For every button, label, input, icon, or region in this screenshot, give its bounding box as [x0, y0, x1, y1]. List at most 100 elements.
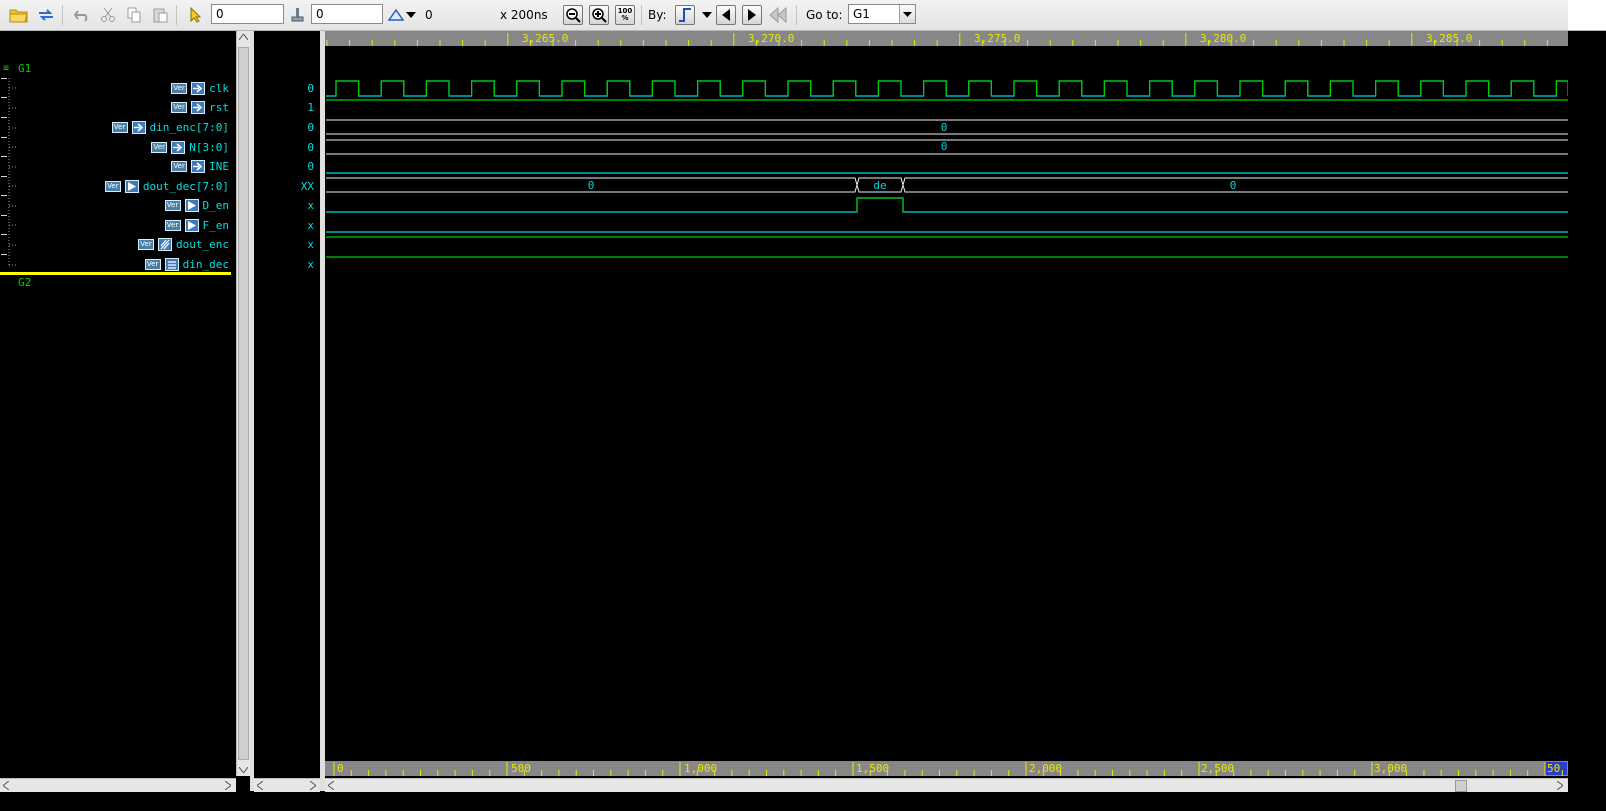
signal-row-n-3-0[interactable]: Ver N[3:0]: [151, 138, 229, 156]
goto-selected-value: G1: [853, 7, 870, 21]
ruler-label: 2,000: [1029, 762, 1062, 775]
clk-high-pulse: [1510, 80, 1535, 96]
ruler-label: 2,500: [1201, 762, 1234, 775]
signal-name: clk: [209, 81, 229, 95]
output-arrow-icon: [124, 179, 139, 193]
rising-edge-icon: [679, 8, 691, 22]
scroll-thumb[interactable]: [1455, 780, 1467, 792]
signal-name-panel: ≡ G1 G2 Ver clk Ver rst Ver din_enc[7:0] Ver N[…: [0, 31, 235, 776]
paste-icon[interactable]: [150, 5, 170, 25]
signal-row-dout_dec-7-0[interactable]: Ver dout_dec[7:0]: [104, 177, 229, 195]
copy-icon[interactable]: [124, 5, 144, 25]
zoom-out-button[interactable]: [563, 5, 583, 25]
scroll-thumb[interactable]: [238, 47, 249, 760]
back-icon[interactable]: [768, 5, 788, 25]
clk-high-pulse: [697, 80, 721, 96]
signal-row-din_dec[interactable]: Ver din_dec: [144, 255, 229, 273]
clk-high-pulse: [1420, 80, 1444, 96]
clk-high-pulse: [425, 80, 450, 96]
signal-row-f_en[interactable]: Ver F_en: [164, 216, 230, 234]
clk-high-pulse: [471, 80, 495, 96]
time-scale-label: x 200ns: [500, 8, 548, 22]
signal-name: dout_enc: [176, 237, 229, 251]
signal-row-d_en[interactable]: Ver D_en: [164, 196, 229, 214]
zoom-in-icon: [592, 8, 607, 23]
names-vertical-scrollbar[interactable]: [236, 31, 251, 776]
clk-high-pulse: [1375, 80, 1399, 96]
ruler-label: 500: [511, 762, 531, 775]
signal-value: 0: [307, 160, 314, 173]
zoom-full-button[interactable]: 100 %: [615, 5, 635, 25]
clk-waveform: [326, 80, 1568, 97]
edge-dropdown-icon[interactable]: [700, 5, 714, 25]
zoom-in-button[interactable]: [589, 5, 609, 25]
signal-name: din_enc[7:0]: [149, 120, 229, 134]
next-edge-button[interactable]: [742, 5, 762, 25]
values-horizontal-scrollbar[interactable]: [254, 778, 320, 792]
group-label-g1[interactable]: G1: [18, 62, 31, 75]
scroll-right-icon[interactable]: [222, 779, 234, 791]
scroll-left-icon[interactable]: [254, 779, 266, 791]
d-en-waveform: [326, 197, 1568, 213]
scroll-left-icon[interactable]: [0, 779, 12, 791]
ruler-label: 3,265.0: [522, 32, 568, 45]
signal-row-din_enc-7-0[interactable]: Ver din_enc[7:0]: [111, 118, 229, 136]
signal-name: F_en: [202, 218, 230, 232]
input-arrow-icon: [131, 120, 146, 134]
scroll-up-icon[interactable]: [237, 31, 249, 43]
toolbar: 0 x 200ns 100 % By: Go to: G1: [0, 0, 1606, 31]
open-folder-icon[interactable]: [9, 5, 29, 25]
cursor-probe-icon[interactable]: [287, 5, 307, 25]
signal-row-clk[interactable]: Ver clk: [171, 79, 229, 97]
verilog-badge-icon: Ver: [144, 258, 161, 270]
scroll-right-icon[interactable]: [1554, 779, 1566, 791]
clk-high-pulse: [968, 80, 992, 96]
clk-high-pulse: [742, 80, 766, 96]
window-corner: [1568, 0, 1606, 30]
waveform-horizontal-scrollbar[interactable]: [325, 778, 1568, 792]
clk-high-pulse: [1149, 80, 1173, 96]
pointer-icon[interactable]: [185, 5, 205, 25]
signal-value: x: [307, 199, 314, 212]
cut-icon[interactable]: [98, 5, 118, 25]
scroll-right-icon[interactable]: [307, 779, 319, 791]
clk-high-pulse: [877, 80, 902, 96]
signal-name: N[3:0]: [189, 140, 229, 154]
reload-icon[interactable]: [36, 5, 56, 25]
verilog-badge-icon: Ver: [171, 82, 188, 94]
waveform-canvas[interactable]: 3,265.0 3,270.0 3,275.0 3,280.0 3,285.0 0 500…: [325, 31, 1568, 776]
delta-dropdown-icon[interactable]: [404, 5, 418, 25]
previous-edge-button[interactable]: [716, 5, 736, 25]
collapse-icon[interactable]: ≡: [3, 63, 9, 74]
signal-row-dout_enc[interactable]: Ver dout_enc: [138, 235, 229, 253]
time-input[interactable]: [211, 4, 284, 24]
input-arrow-icon: [191, 159, 206, 173]
signal-row-rst[interactable]: Ver rst: [171, 98, 229, 116]
clk-high-pulse: [923, 80, 947, 96]
scroll-left-icon[interactable]: [325, 779, 337, 791]
names-horizontal-scrollbar[interactable]: [0, 778, 236, 792]
internal-icon: [164, 257, 179, 271]
signal-row-ine[interactable]: Ver INE: [171, 157, 229, 175]
group-label-g2[interactable]: G2: [18, 276, 31, 289]
clk-high-pulse: [1194, 80, 1218, 96]
dout-dec-value-label: 0: [1230, 179, 1237, 192]
clk-high-pulse: [1284, 80, 1309, 96]
clk-high-pulse: [1329, 80, 1354, 96]
verilog-badge-icon: Ver: [164, 219, 181, 231]
cursor-input[interactable]: [311, 4, 383, 24]
undo-icon[interactable]: [72, 5, 92, 25]
goto-select[interactable]: G1: [848, 4, 916, 24]
verilog-badge-icon: Ver: [171, 160, 188, 172]
scroll-down-icon[interactable]: [237, 764, 249, 776]
triangle-right-icon: [748, 9, 756, 21]
input-arrow-icon: [191, 100, 206, 114]
ruler-label: 1,000: [684, 762, 717, 775]
verilog-badge-icon: Ver: [164, 199, 181, 211]
ruler-label: 1,500: [856, 762, 889, 775]
verilog-badge-icon: Ver: [138, 238, 155, 250]
input-arrow-icon: [171, 140, 186, 154]
delta-icon[interactable]: [386, 5, 406, 25]
signal-name: INE: [209, 159, 229, 173]
edge-select-button[interactable]: [675, 5, 695, 25]
